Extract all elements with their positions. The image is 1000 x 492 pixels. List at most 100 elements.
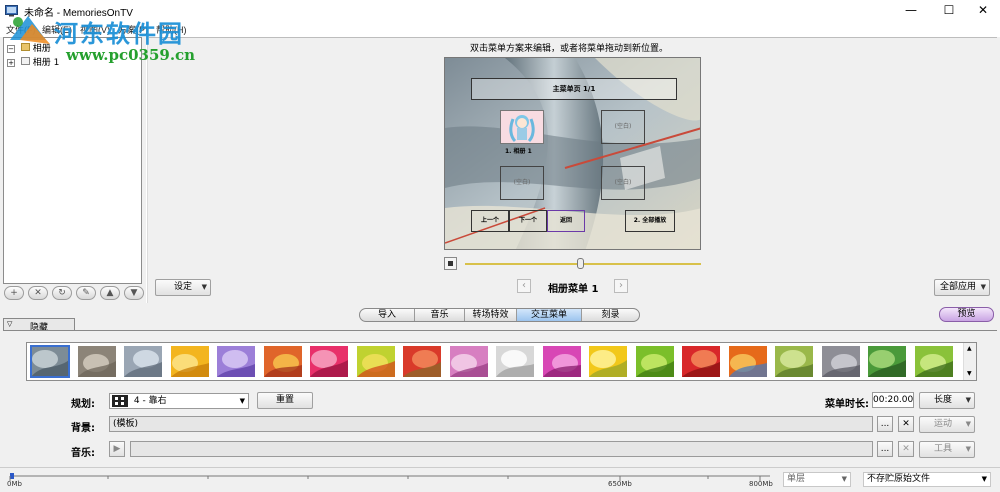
prev-label: 上一个 <box>480 217 499 224</box>
capacity-tick-650: 650Mb <box>608 480 632 488</box>
tree-item-album1[interactable]: + 相册 1 <box>7 55 59 68</box>
prev-menu-arrow-icon[interactable]: ‹ <box>517 279 531 293</box>
maximize-button[interactable]: ☐ <box>932 0 966 22</box>
menu-item-1-caption: 1. 相册 1 <box>505 148 532 155</box>
background-field[interactable]: (模板) <box>109 416 873 432</box>
minimize-button[interactable]: — <box>894 0 928 22</box>
tab-music[interactable]: 音乐 <box>415 309 465 321</box>
layout-select[interactable]: 4 - 靠右 ▼ <box>109 393 249 409</box>
workflow-tabs: 导入 音乐 转场特效 交互菜单 刻录 <box>359 308 640 322</box>
template-thumbnail[interactable] <box>775 346 813 377</box>
template-thumbnail[interactable] <box>728 346 767 377</box>
menu-item-1[interactable] <box>500 110 544 144</box>
menu-item-empty-2[interactable]: (空白) <box>500 166 544 200</box>
capacity-ruler <box>9 473 770 481</box>
template-thumbnail[interactable] <box>542 346 581 377</box>
thumbnail-image <box>449 346 488 377</box>
file-storage-value: 不存贮原始文件 <box>867 474 931 484</box>
template-thumbnail[interactable] <box>217 346 255 377</box>
watermark-url: www.pc0359.cn <box>66 46 196 64</box>
layout-value: 4 - 靠右 <box>133 396 167 406</box>
preview-button[interactable]: 预览 <box>939 307 994 322</box>
move-up-icon[interactable]: ▲ <box>100 286 120 300</box>
empty-label: (空白) <box>614 123 632 130</box>
close-button[interactable]: ✕ <box>966 0 1000 22</box>
template-thumbnail[interactable] <box>868 346 906 377</box>
template-thumbnail[interactable] <box>449 346 488 377</box>
thumbnail-image <box>496 346 534 377</box>
template-thumbnail[interactable] <box>821 346 860 377</box>
template-thumbnail[interactable] <box>496 346 534 377</box>
thumbnail-image <box>263 346 302 377</box>
menu-title-box[interactable]: 主菜单页 1/1 <box>471 78 677 100</box>
scroll-up-icon[interactable]: ▲ <box>967 345 972 352</box>
timeline-slider[interactable] <box>444 257 704 271</box>
splitter[interactable] <box>146 37 148 303</box>
tools-dropdown[interactable]: 工具 ▼ <box>919 441 975 458</box>
apply-all-dropdown[interactable]: 全部应用 ▼ <box>934 279 990 296</box>
empty-label: (空白) <box>513 179 531 186</box>
next-label: 下一个 <box>518 217 537 224</box>
menu-prev-button[interactable]: 上一个 <box>471 210 509 232</box>
template-thumbnail[interactable] <box>30 345 70 378</box>
tab-burn[interactable]: 刻录 <box>582 309 639 321</box>
tools-label: 工具 <box>933 444 952 454</box>
menu-playall-button[interactable]: 2. 全部播放 <box>625 210 675 232</box>
menu-back-button[interactable]: 返回 <box>547 210 585 232</box>
motion-dropdown[interactable]: 运动 ▼ <box>919 416 975 433</box>
music-clear-icon[interactable]: ✕ <box>898 441 914 457</box>
template-thumbnail[interactable] <box>356 346 395 377</box>
menu-item-empty-3[interactable]: (空白) <box>601 166 645 200</box>
template-thumbnail[interactable] <box>589 346 627 377</box>
file-storage-select[interactable]: 不存贮原始文件 ▼ <box>863 472 991 487</box>
menu-preview-canvas[interactable]: 主菜单页 1/1 1. 相册 1 (空白) (空白) (空白) 上一个 下一个 … <box>444 57 701 250</box>
thumbnail-image <box>124 346 162 377</box>
delete-icon[interactable]: ✕ <box>28 286 48 300</box>
background-browse-button[interactable]: ... <box>877 416 893 432</box>
thumbnail-image <box>31 346 69 377</box>
menu-title-text: 主菜单页 1/1 <box>552 85 596 93</box>
capacity-tick-0: 0Mb <box>7 480 22 488</box>
chevron-down-icon: ▼ <box>981 475 987 483</box>
background-label: 背景: <box>71 423 95 434</box>
next-menu-arrow-icon[interactable]: › <box>614 279 628 293</box>
template-thumbnail[interactable] <box>310 346 348 377</box>
expand-icon[interactable]: + <box>7 59 15 67</box>
thumbnail-image <box>170 346 209 377</box>
template-thumbnail[interactable] <box>403 346 441 377</box>
rotate-icon[interactable]: ↻ <box>52 286 72 300</box>
template-thumbnail[interactable] <box>124 346 162 377</box>
menu-next-button[interactable]: 下一个 <box>509 210 547 232</box>
template-thumbnail[interactable] <box>635 346 674 377</box>
template-thumbnail[interactable] <box>77 346 116 377</box>
menu-duration-input[interactable]: 00:20.00 <box>872 392 914 408</box>
move-down-icon[interactable]: ▼ <box>124 286 144 300</box>
settings-label: 设定 <box>173 282 192 292</box>
template-thumbnail[interactable] <box>682 346 720 377</box>
menu-item-empty-1[interactable]: (空白) <box>601 110 645 144</box>
background-clear-icon[interactable]: ✕ <box>898 416 914 432</box>
thumbnail-image <box>914 346 953 377</box>
music-play-icon[interactable]: ▶ <box>109 441 125 457</box>
thumbnail-image <box>310 346 348 377</box>
tab-transitions[interactable]: 转场特效 <box>465 309 517 321</box>
length-dropdown[interactable]: 长度 ▼ <box>919 392 975 409</box>
edit-icon[interactable]: ✎ <box>76 286 96 300</box>
template-thumbnail[interactable] <box>263 346 302 377</box>
slider-thumb[interactable] <box>577 258 584 269</box>
settings-dropdown[interactable]: 设定 ▼ <box>155 279 211 296</box>
collapse-triangle-icon: ▽ <box>7 320 13 328</box>
tab-interactive-menu[interactable]: 交互菜单 <box>517 309 582 321</box>
playall-label: 2. 全部播放 <box>633 217 667 224</box>
template-thumbnail[interactable] <box>914 346 953 377</box>
layer-select[interactable]: 单层 ▼ <box>783 472 851 487</box>
scroll-down-icon[interactable]: ▼ <box>967 370 972 377</box>
reset-button[interactable]: 重置 <box>257 392 313 409</box>
stop-icon[interactable] <box>444 257 457 270</box>
tab-import[interactable]: 导入 <box>360 309 415 321</box>
music-browse-button[interactable]: ... <box>877 441 893 457</box>
add-icon[interactable]: + <box>4 286 24 300</box>
music-field[interactable] <box>130 441 873 457</box>
thumbnail-scrollbar[interactable]: ▲ ▼ <box>963 343 976 380</box>
template-thumbnail[interactable] <box>170 346 209 377</box>
